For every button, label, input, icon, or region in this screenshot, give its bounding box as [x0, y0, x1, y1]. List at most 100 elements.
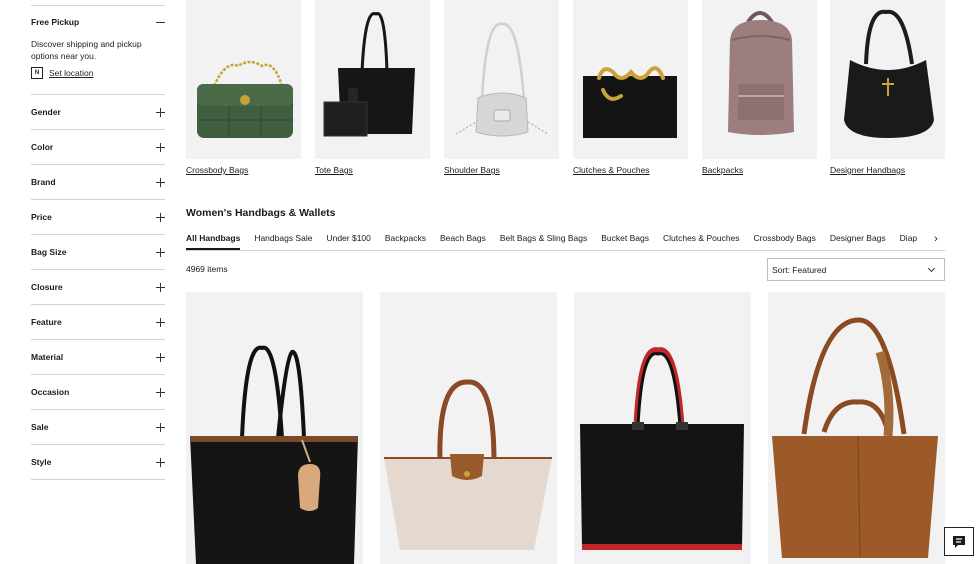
product-card-tote-black[interactable]: [186, 292, 363, 564]
section-title: Women's Handbags & Wallets: [186, 207, 336, 219]
facet-label: Feature: [31, 317, 62, 327]
set-location-link[interactable]: N Set location: [31, 67, 165, 79]
tab-clutches-pouches[interactable]: Clutches & Pouches: [663, 227, 740, 250]
tab-under-100[interactable]: Under $100: [326, 227, 370, 250]
facet-feature-header[interactable]: Feature: [31, 305, 165, 339]
category-label[interactable]: Shoulder Bags: [444, 165, 559, 175]
tab-bucket-bags[interactable]: Bucket Bags: [601, 227, 649, 250]
plus-icon[interactable]: [156, 212, 165, 222]
facet-material-header[interactable]: Material: [31, 340, 165, 374]
facet-label: Sale: [31, 422, 49, 432]
silver-shoulder-bag-icon: [455, 22, 549, 137]
category-label[interactable]: Crossbody Bags: [186, 165, 301, 175]
facet-free-pickup: Free Pickup Discover shipping and pickup…: [31, 5, 165, 95]
category-tile-backpacks[interactable]: Backpacks: [702, 0, 817, 175]
filter-sidebar: Free Pickup Discover shipping and pickup…: [31, 0, 165, 480]
item-count: 4969 items: [186, 264, 228, 274]
plus-icon[interactable]: [156, 142, 165, 152]
black-hobo-bag-icon: [844, 9, 934, 138]
tab-crossbody-bags[interactable]: Crossbody Bags: [754, 227, 816, 250]
category-label[interactable]: Clutches & Pouches: [573, 165, 688, 175]
black-leather-tote-icon: [190, 345, 358, 564]
facet-label: Gender: [31, 107, 61, 117]
tab-all-handbags[interactable]: All Handbags: [186, 227, 241, 250]
category-tile-crossbody[interactable]: Crossbody Bags: [186, 0, 301, 175]
sort-label: Sort: Featured: [772, 264, 827, 275]
facet-feature[interactable]: Feature: [31, 305, 165, 340]
facet-closure[interactable]: Closure: [31, 270, 165, 305]
tab-beach-bags[interactable]: Beach Bags: [440, 227, 486, 250]
product-card-studded-tote[interactable]: [574, 292, 751, 564]
sort-dropdown[interactable]: Sort: Featured: [767, 258, 945, 281]
category-label[interactable]: Backpacks: [702, 165, 817, 175]
chevron-down-icon: [927, 264, 936, 272]
category-label[interactable]: Tote Bags: [315, 165, 430, 175]
facet-occasion-header[interactable]: Occasion: [31, 375, 165, 409]
black-studded-tote-icon: [580, 347, 744, 550]
facet-free-pickup-title: Free Pickup: [31, 17, 80, 27]
mauve-backpack-icon: [728, 11, 794, 135]
facet-brand-header[interactable]: Brand: [31, 165, 165, 199]
facet-label: Material: [31, 352, 64, 362]
product-card-suede-tote[interactable]: [768, 292, 945, 564]
category-tile-designer[interactable]: Designer Handbags: [830, 0, 945, 175]
facet-free-pickup-header[interactable]: Free Pickup: [31, 6, 165, 38]
facet-gender[interactable]: Gender: [31, 95, 165, 130]
plus-icon[interactable]: [156, 352, 165, 362]
designer-handbag-image[interactable]: [830, 0, 945, 159]
facet-sale[interactable]: Sale: [31, 410, 165, 445]
plus-icon[interactable]: [156, 317, 165, 327]
facet-style[interactable]: Style: [31, 445, 165, 480]
facet-bag-size[interactable]: Bag Size: [31, 235, 165, 270]
facet-gender-header[interactable]: Gender: [31, 95, 165, 129]
chat-button[interactable]: [944, 527, 974, 556]
category-tile-tote[interactable]: Tote Bags: [315, 0, 430, 175]
plus-icon[interactable]: [156, 177, 165, 187]
tab-diap[interactable]: Diap: [900, 227, 917, 250]
plus-icon[interactable]: [156, 422, 165, 432]
plus-icon[interactable]: [156, 387, 165, 397]
plus-icon[interactable]: [156, 107, 165, 117]
backpack-image[interactable]: [702, 0, 817, 159]
chevron-right-icon[interactable]: ›: [927, 227, 945, 250]
category-tile-clutches[interactable]: Clutches & Pouches: [573, 0, 688, 175]
facet-label: Price: [31, 212, 52, 222]
product-card-canvas-tote[interactable]: [380, 292, 557, 564]
facet-sale-header[interactable]: Sale: [31, 410, 165, 444]
facet-label: Brand: [31, 177, 56, 187]
facet-label: Bag Size: [31, 247, 67, 257]
beige-folding-tote-icon: [384, 379, 552, 550]
tote-bag-image[interactable]: [315, 0, 430, 159]
black-tote-bag-icon: [323, 12, 415, 137]
facet-color[interactable]: Color: [31, 130, 165, 165]
facet-closure-header[interactable]: Closure: [31, 270, 165, 304]
facet-price-header[interactable]: Price: [31, 200, 165, 234]
facet-bag-size-header[interactable]: Bag Size: [31, 235, 165, 269]
pickup-panel: Discover shipping and pickup options nea…: [31, 38, 165, 94]
facet-color-header[interactable]: Color: [31, 130, 165, 164]
set-location-label[interactable]: Set location: [49, 67, 93, 79]
minus-icon[interactable]: [156, 18, 165, 27]
chat-bubble-icon: [953, 535, 965, 548]
plus-icon[interactable]: [156, 457, 165, 467]
facet-brand[interactable]: Brand: [31, 165, 165, 200]
crossbody-bag-image[interactable]: [186, 0, 301, 159]
subcategory-tabs: All Handbags Handbags Sale Under $100 Backp…: [186, 227, 945, 251]
shoulder-bag-image[interactable]: [444, 0, 559, 159]
tab-designer-bags[interactable]: Designer Bags: [830, 227, 886, 250]
plus-icon[interactable]: [156, 282, 165, 292]
facet-label: Occasion: [31, 387, 70, 397]
category-label[interactable]: Designer Handbags: [830, 165, 945, 175]
plus-icon[interactable]: [156, 247, 165, 257]
tab-handbags-sale[interactable]: Handbags Sale: [254, 227, 312, 250]
facet-occasion[interactable]: Occasion: [31, 375, 165, 410]
pickup-description: Discover shipping and pickup options nea…: [31, 39, 142, 61]
tab-backpacks[interactable]: Backpacks: [385, 227, 426, 250]
tab-belt-bags-sling-bags[interactable]: Belt Bags & Sling Bags: [500, 227, 587, 250]
clutch-bag-image[interactable]: [573, 0, 688, 159]
facet-style-header[interactable]: Style: [31, 445, 165, 479]
facet-label: Closure: [31, 282, 63, 292]
facet-price[interactable]: Price: [31, 200, 165, 235]
category-tile-shoulder[interactable]: Shoulder Bags: [444, 0, 559, 175]
facet-material[interactable]: Material: [31, 340, 165, 375]
